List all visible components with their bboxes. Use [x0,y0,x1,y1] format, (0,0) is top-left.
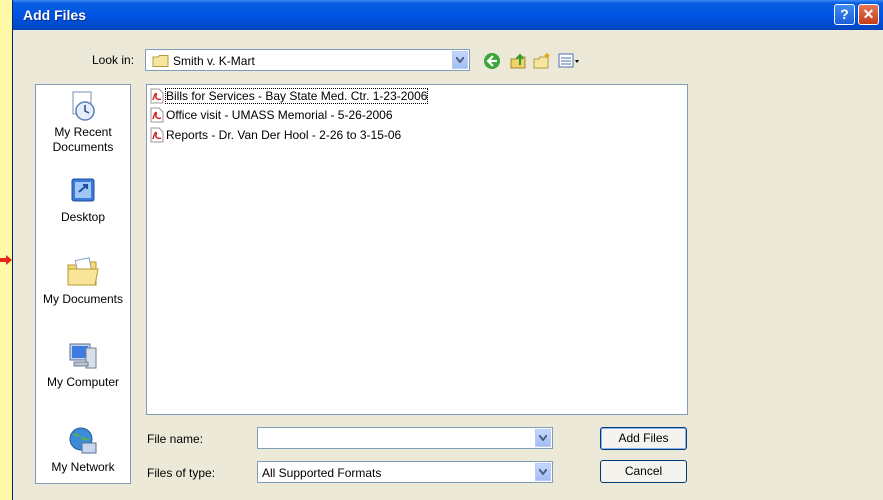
add-files-dialog: Add Files ? ✕ Look in: Smith v. K-Mart M… [12,0,883,500]
help-button[interactable]: ? [834,4,855,25]
file-list-item[interactable]: Office visit - UMASS Memorial - 5-26-200… [150,107,393,123]
page-background-strip [0,0,12,500]
file-list[interactable]: Bills for Services - Bay State Med. Ctr.… [146,84,688,415]
my-computer-icon [69,343,97,369]
look-in-label: Look in: [92,53,135,67]
chevron-down-icon[interactable] [452,51,468,69]
chevron-down-icon[interactable] [535,429,551,447]
place-desktop[interactable]: Desktop [36,175,130,225]
place-label: Desktop [60,210,106,224]
file-list-item[interactable]: Bills for Services - Bay State Med. Ctr.… [150,88,429,104]
place-label: My Documents [42,292,124,306]
place-label: My Computer [46,375,120,389]
file-name: Reports - Dr. Van Der Hool - 2-26 to 3-1… [166,128,402,142]
place-my-recent-documents[interactable]: My Recent Documents [36,90,130,155]
chevron-down-icon[interactable] [535,463,551,481]
add-files-button[interactable]: Add Files [600,427,687,450]
new-folder-icon[interactable] [533,52,551,70]
places-bar: My Recent Documents Desktop My Documents [35,84,131,484]
place-label: My Recent [54,125,112,139]
close-button[interactable]: ✕ [858,4,879,25]
file-name-field[interactable] [257,427,553,449]
folder-icon [152,55,169,67]
place-label: Documents [52,140,114,154]
pointer-arrow-icon [0,255,12,265]
place-my-computer[interactable]: My Computer [36,340,130,390]
pdf-icon [150,127,164,143]
pdf-icon [150,88,164,104]
file-list-item[interactable]: Reports - Dr. Van Der Hool - 2-26 to 3-1… [150,127,401,143]
back-icon[interactable] [483,52,501,70]
cancel-button[interactable]: Cancel [600,460,687,483]
files-of-type-value: All Supported Formats [262,466,382,480]
place-my-network[interactable]: My Network [36,425,130,475]
file-name-label: File name: [147,432,204,446]
place-my-documents[interactable]: My Documents [36,255,130,307]
file-name: Office visit - UMASS Memorial - 5-26-200… [166,108,393,122]
dialog-title: Add Files [23,7,87,23]
place-label: My Network [51,460,115,474]
files-of-type-label: Files of type: [147,466,216,480]
pdf-icon [150,107,164,123]
files-of-type-dropdown[interactable]: All Supported Formats [257,461,553,483]
recent-documents-icon [72,91,95,121]
my-network-icon [69,427,97,454]
up-folder-icon[interactable] [509,52,527,70]
title-bar[interactable]: Add Files ? ✕ [13,0,883,30]
look-in-dropdown[interactable]: Smith v. K-Mart [145,49,470,71]
my-documents-icon [67,257,99,286]
desktop-icon [71,178,95,202]
file-name: Bills for Services - Bay State Med. Ctr.… [164,88,429,104]
views-menu-icon[interactable] [558,52,580,70]
look-in-value: Smith v. K-Mart [173,54,255,68]
